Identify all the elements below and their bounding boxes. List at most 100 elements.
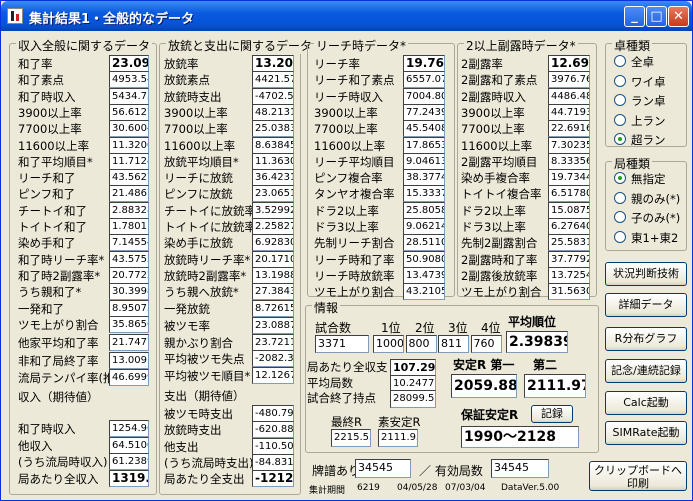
clipboard-label: クリップボードへ [594, 464, 682, 477]
radio-dot[interactable] [614, 191, 626, 204]
stat-value: -1212.1 [252, 470, 294, 488]
stat-label: リーチ時和了率 [314, 252, 395, 267]
detail-button[interactable]: 詳細データ [605, 293, 687, 317]
stat-label: リーチ和了 [18, 171, 76, 186]
stat-label: ピンフ複合率 [314, 171, 383, 186]
stat-label: 局あたり全収入 [18, 471, 99, 486]
stat-label: 先制リーチ割合 [314, 236, 395, 251]
stat-value: 6557.07 [403, 71, 445, 89]
radio-dot[interactable] [614, 230, 626, 243]
minimize-button[interactable]: _ [624, 6, 645, 27]
stat-label: ツモ上がり割合 [314, 285, 395, 300]
rank-value: 811 [438, 335, 469, 353]
stat-value: 45.5408 [403, 120, 445, 138]
stat-label: 和了率 [18, 57, 53, 71]
data-version: DataVer.5.00 [501, 483, 560, 493]
stat-value: 46.6999 [109, 369, 149, 386]
stat-value: 7004.80 [403, 87, 445, 105]
window-title: 集計結果1・全般的なデータ [29, 12, 195, 27]
app-icon [7, 8, 23, 24]
stat-label: 7700以上率 [461, 122, 525, 137]
rdist-button[interactable]: R分布グラフ [605, 327, 687, 351]
stat-value: 17.8653 [403, 136, 445, 154]
stat-value: 7.30235 [548, 136, 590, 154]
radio-dot[interactable] [614, 133, 626, 145]
stat-label: ドラ3以上率 [461, 220, 526, 234]
stat-value: 44.7193 [548, 103, 590, 121]
radio-dot[interactable] [614, 94, 626, 106]
radio-label: 無指定 [631, 172, 666, 186]
stat-value: 28.5110 [403, 234, 445, 252]
main-window: 集計結果1・全般的なデータ _ □ ✕ 収入全般に関するデータ 放銃と支出に関す… [0, 0, 693, 501]
stat-label: ツモ上がり割合 [18, 317, 99, 332]
stat-value: 23.7211 [252, 333, 294, 351]
period-count: 6219 [357, 483, 380, 493]
radio-dot[interactable] [614, 113, 626, 126]
riichi-group-title: リーチ時データ* [314, 37, 409, 54]
stat-label: 7700以上率 [314, 122, 378, 137]
stat-value: 38.3774 [403, 169, 445, 187]
stat-label: 3900以上率 [314, 105, 378, 120]
stat-label: ツモ上がり割合 [461, 285, 542, 300]
stat-value: 22.6916 [548, 120, 590, 138]
stat-label: 非和了局終了率 [18, 353, 99, 368]
record-button[interactable]: 記録 [531, 405, 573, 423]
radio-dot[interactable] [614, 172, 626, 184]
stat-label: 平均被ツモ失点 [164, 352, 245, 366]
close-button[interactable]: ✕ [668, 6, 689, 27]
radio-label: 子のみ(*) [631, 211, 681, 225]
stat-value: -2082.3 [252, 350, 294, 367]
stable-r2-value: 2111.970 [524, 374, 586, 398]
stat-value: 7.14554 [109, 234, 149, 252]
stat-label: 一発和了 [18, 301, 64, 316]
radio-label: ラン卓 [631, 94, 666, 108]
stat-label: うち親和了* [18, 285, 82, 300]
stat-label: 局あたり全支出 [164, 472, 245, 487]
stat-label: 和了時収入 [18, 89, 76, 104]
radio-dot[interactable] [614, 55, 626, 67]
memorial-button[interactable]: 記念/連続記録 [605, 359, 687, 383]
radio-dot[interactable] [614, 74, 626, 87]
stat-value: 30.6004 [109, 120, 149, 138]
stat-label: 被ツモ時支出 [164, 407, 233, 421]
stat-label: 放銃素点 [164, 73, 210, 88]
stat-label: 染め手に放銃 [164, 236, 233, 251]
stat-label: ドラ2以上率 [314, 203, 379, 218]
stat-value: 77.2439 [403, 103, 445, 121]
stat-label: 2副露時和了率 [461, 252, 538, 267]
stat-value: 11.7124 [109, 152, 149, 170]
avg-rank-label: 平均順位 [508, 315, 557, 329]
stat-value: 12.696 [548, 55, 590, 72]
radio-label: ワイ卓 [631, 74, 666, 89]
situation-button[interactable]: 状況判断技術 [605, 262, 687, 286]
stat-label: 和了時2副露率* [18, 268, 101, 283]
stat-label: トイトイ和了 [18, 220, 87, 234]
rank-value: 800 [405, 335, 437, 353]
clipboard-button[interactable]: クリップボードへ 印刷 [589, 461, 687, 491]
stat-value: 36.4231 [252, 169, 294, 187]
stat-value: 64.5100 [109, 436, 149, 454]
title-bar[interactable]: 集計結果1・全般的なデータ _ □ ✕ [1, 1, 692, 31]
radio-label: 超ラン [631, 133, 666, 147]
radio-dot[interactable] [614, 211, 626, 223]
stat-label: 被ツモ率 [164, 319, 210, 333]
stat-label: (うち流局時収入) [18, 455, 108, 469]
stat-value: 8.95073 [109, 299, 149, 317]
stat-value: -110.50 [252, 437, 294, 455]
stat-value: 31.5630 [548, 283, 590, 301]
table-type-title: 卓種類 [612, 37, 653, 54]
stat-label: ドラ3以上率 [314, 220, 379, 234]
maximize-button[interactable]: □ [646, 6, 667, 27]
calc-button[interactable]: Calc起動 [605, 391, 687, 415]
rank-label: 1位 [381, 321, 401, 335]
stat-label: 11600以上率 [314, 138, 386, 153]
expend-title: 支出（期待値） [164, 389, 245, 403]
rank-value: 760 [470, 335, 502, 353]
simrate-button[interactable]: SIMRate起動 [605, 421, 687, 445]
stat-value: 11.3200 [109, 136, 149, 154]
round-type-group: 局種類 無指定 親のみ(*) 子のみ(*) 東1+東2 [605, 155, 687, 251]
stat-label: 2副露率 [461, 57, 503, 71]
stat-label: 11600以上率 [461, 138, 533, 153]
stat-label: 3900以上率 [164, 105, 228, 120]
guaranteed-value: 1990〜2128 [461, 426, 579, 448]
